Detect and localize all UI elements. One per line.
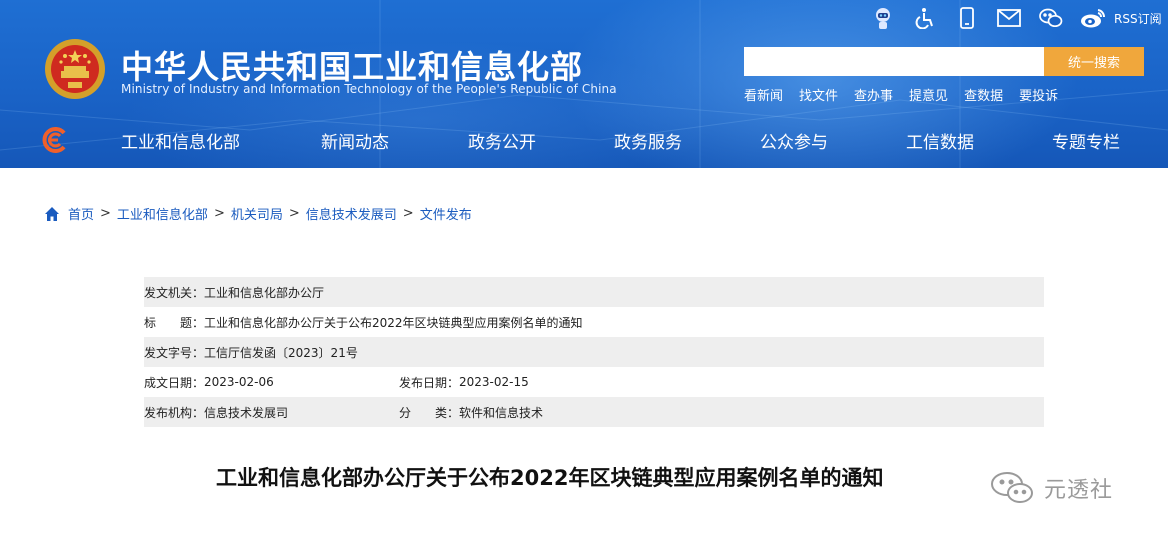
issuer-value: 工业和信息化部办公厅 — [204, 285, 325, 300]
created-cell: 成文日期： 2023-02-06 — [144, 374, 274, 391]
quick-link-feedback[interactable]: 提意见 — [909, 85, 948, 104]
watermark: 元透社 — [990, 470, 1113, 506]
nav-item-data[interactable]: 工信数据 — [906, 128, 974, 153]
nav-item-disclosure[interactable]: 政务公开 — [468, 128, 536, 153]
main-nav: 工业和信息化部 新闻动态 政务公开 政务服务 公众参与 工信数据 专题专栏 — [0, 120, 1168, 160]
docno-label: 发文字号： — [144, 345, 205, 360]
created-value: 2023-02-06 — [204, 375, 274, 389]
breadcrumb-home[interactable]: 首页 — [68, 204, 94, 223]
breadcrumb-it-dept[interactable]: 信息技术发展司 — [306, 204, 397, 223]
miit-logo-icon — [42, 127, 66, 153]
org-value: 信息技术发展司 — [204, 405, 289, 420]
docno-value: 工信厅信发函〔2023〕21号 — [204, 345, 358, 360]
category-value: 软件和信息技术 — [459, 405, 544, 420]
wechat-icon[interactable] — [1038, 5, 1064, 31]
search-button[interactable]: 统一搜索 — [1044, 47, 1144, 76]
quick-link-services[interactable]: 查办事 — [854, 85, 893, 104]
breadcrumb-separator: > — [288, 206, 300, 221]
quick-link-data[interactable]: 查数据 — [964, 85, 1003, 104]
nav-item-news[interactable]: 新闻动态 — [321, 128, 389, 153]
category-label: 分 类： — [399, 405, 460, 420]
breadcrumb-docs[interactable]: 文件发布 — [420, 204, 472, 223]
breadcrumb-separator: > — [213, 206, 225, 221]
nav-item-services[interactable]: 政务服务 — [614, 128, 682, 153]
utility-icons: RSS订阅 — [870, 5, 1162, 31]
nav-item-participation[interactable]: 公众参与 — [760, 128, 828, 153]
category-cell: 分 类： 软件和信息技术 — [399, 404, 543, 421]
site-subtitle: Ministry of Industry and Information Tec… — [121, 82, 617, 96]
published-value: 2023-02-15 — [459, 375, 529, 389]
quick-link-files[interactable]: 找文件 — [799, 85, 838, 104]
published-cell: 发布日期： 2023-02-15 — [399, 374, 529, 391]
site-header: 中华人民共和国工业和信息化部 Ministry of Industry and … — [0, 0, 1168, 168]
home-icon[interactable] — [44, 206, 60, 222]
robot-icon[interactable] — [870, 5, 896, 31]
nav-item-topics[interactable]: 专题专栏 — [1052, 128, 1120, 153]
published-label: 发布日期： — [399, 375, 460, 390]
org-cell: 发布机构： 信息技术发展司 — [144, 404, 288, 421]
info-row-issuer: 发文机关： 工业和信息化部办公厅 — [144, 277, 1044, 307]
document-info-table: 发文机关： 工业和信息化部办公厅 标 题： 工业和信息化部办公厅关于公布2022… — [144, 277, 1044, 427]
weibo-icon[interactable] — [1080, 5, 1106, 31]
info-row-title: 标 题： 工业和信息化部办公厅关于公布2022年区块链典型应用案例名单的通知 — [144, 307, 1044, 337]
wechat-watermark-icon — [991, 472, 1033, 503]
info-row-dates: 成文日期： 2023-02-06 发布日期： 2023-02-15 — [144, 367, 1044, 397]
mobile-icon[interactable] — [954, 5, 980, 31]
nav-item-ministry[interactable]: 工业和信息化部 — [121, 128, 240, 153]
issuer-label: 发文机关： — [144, 285, 205, 300]
title-value: 工业和信息化部办公厅关于公布2022年区块链典型应用案例名单的通知 — [204, 315, 583, 330]
created-label: 成文日期： — [144, 375, 205, 390]
breadcrumb-departments[interactable]: 机关司局 — [231, 204, 283, 223]
watermark-text: 元透社 — [1044, 478, 1114, 503]
breadcrumb-ministry[interactable]: 工业和信息化部 — [117, 204, 208, 223]
mail-icon[interactable] — [996, 5, 1022, 31]
quick-links: 看新闻 找文件 查办事 提意见 查数据 要投诉 — [744, 85, 1074, 104]
accessibility-icon[interactable] — [912, 5, 938, 31]
quick-link-complaint[interactable]: 要投诉 — [1019, 85, 1058, 104]
rss-link[interactable]: RSS订阅 — [1114, 10, 1162, 27]
quick-link-news[interactable]: 看新闻 — [744, 85, 783, 104]
search-input[interactable] — [744, 47, 1044, 76]
org-label: 发布机构： — [144, 405, 205, 420]
breadcrumb: 首页 > 工业和信息化部 > 机关司局 > 信息技术发展司 > 文件发布 — [44, 204, 472, 223]
breadcrumb-separator: > — [100, 206, 111, 221]
info-row-docno: 发文字号： 工信厅信发函〔2023〕21号 — [144, 337, 1044, 367]
breadcrumb-separator: > — [402, 206, 414, 221]
title-label: 标 题： — [144, 315, 205, 330]
national-emblem-icon — [45, 39, 105, 99]
article-title: 工业和信息化部办公厅关于公布2022年区块链典型应用案例名单的通知 — [216, 466, 884, 490]
info-row-org: 发布机构： 信息技术发展司 分 类： 软件和信息技术 — [144, 397, 1044, 427]
